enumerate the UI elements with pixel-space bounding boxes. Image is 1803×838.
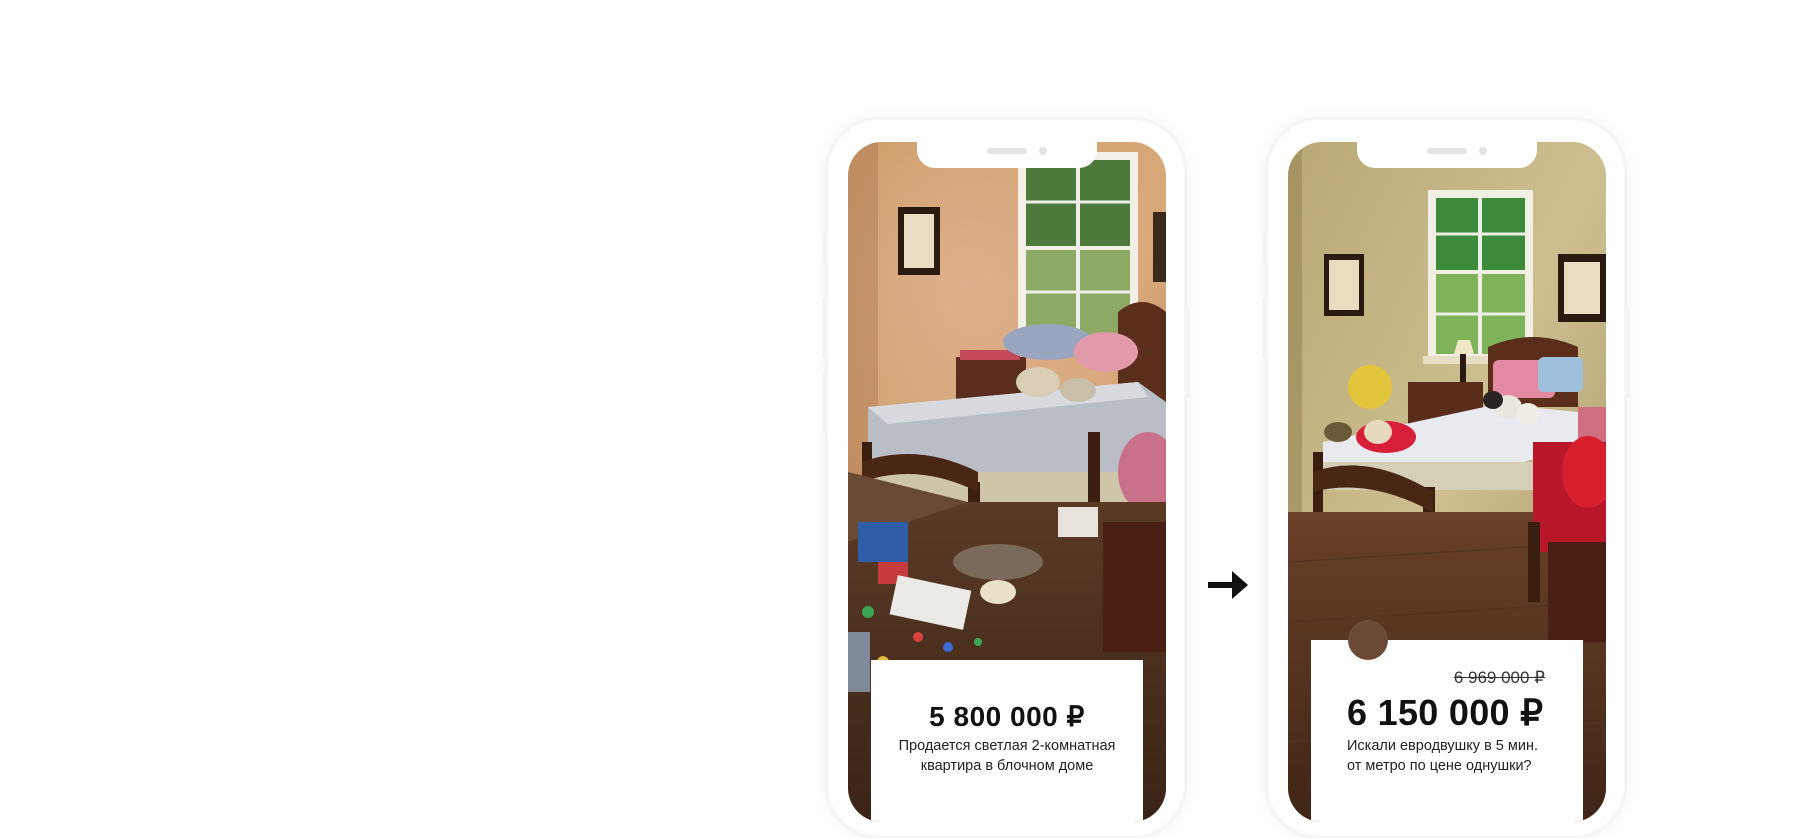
listing-old-price: 6 969 000 ₽ bbox=[1453, 668, 1545, 687]
phone-after: 6 969 000 ₽ 6 150 000 ₽ Искали евродвушк… bbox=[1262, 118, 1630, 838]
phone-screen-after: 6 969 000 ₽ 6 150 000 ₽ Искали евродвушк… bbox=[1288, 142, 1606, 822]
camera-icon bbox=[1479, 147, 1487, 155]
phone-side-button bbox=[1626, 308, 1630, 398]
arrow-right-icon bbox=[1208, 571, 1248, 599]
speaker-icon bbox=[987, 148, 1027, 154]
listing-description-line: квартира в блочном доме bbox=[920, 758, 1094, 774]
listing-description: Искали евродвушку в 5 мин. от метро по ц… bbox=[1347, 736, 1538, 776]
phone-side-button bbox=[1262, 298, 1266, 358]
card-notch-circle bbox=[1348, 620, 1388, 660]
listing-description: Продается светлая 2-комнатная квартира в… bbox=[871, 736, 1143, 776]
phone-side-button bbox=[1186, 308, 1190, 398]
listing-price: 6 150 000 ₽ bbox=[1347, 692, 1544, 733]
listing-description-line: Искали евродвушку в 5 мин. bbox=[1347, 738, 1539, 754]
phone-side-button bbox=[1262, 233, 1266, 263]
phone-notch bbox=[1357, 142, 1537, 168]
listing-description-line: Продается светлая 2-комнатная bbox=[898, 738, 1116, 754]
camera-icon bbox=[1039, 147, 1047, 155]
listing-card-after: 6 969 000 ₽ 6 150 000 ₽ Искали евродвушк… bbox=[1311, 620, 1583, 822]
phone-before: 5 800 000 ₽ Продается светлая 2-комнатна… bbox=[822, 118, 1190, 838]
speaker-icon bbox=[1427, 148, 1467, 154]
listing-description-line: от метро по цене однушки? bbox=[1347, 758, 1532, 774]
phone-side-button bbox=[822, 298, 826, 358]
phone-side-button bbox=[822, 373, 826, 433]
listing-card-before: 5 800 000 ₽ Продается светлая 2-комнатна… bbox=[871, 660, 1143, 822]
listing-price: 5 800 000 ₽ bbox=[929, 701, 1085, 732]
phone-notch bbox=[917, 142, 1097, 168]
phone-screen-before: 5 800 000 ₽ Продается светлая 2-комнатна… bbox=[848, 142, 1166, 822]
phone-side-button bbox=[822, 233, 826, 263]
